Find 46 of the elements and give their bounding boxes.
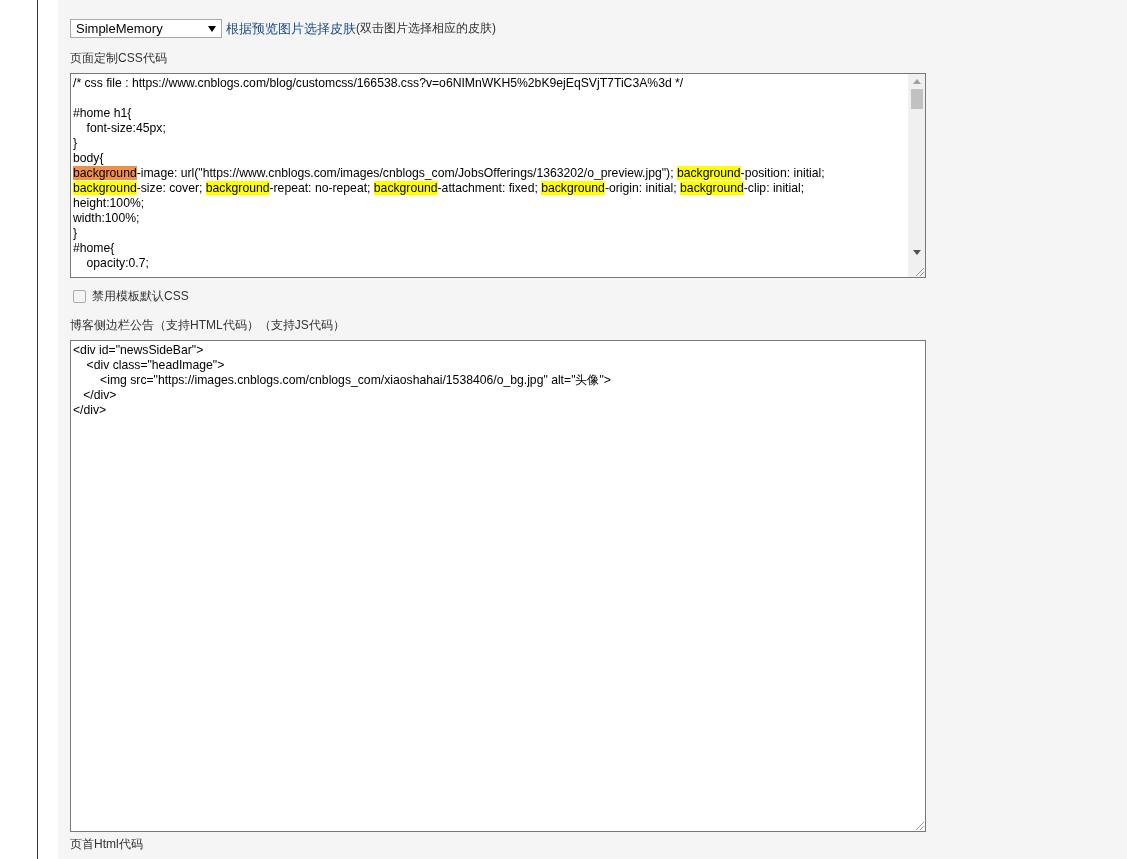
scroll-down-icon[interactable]	[912, 250, 921, 255]
section-label: 页面定制CSS代码	[70, 50, 168, 67]
code-text: #home h1{	[73, 106, 132, 120]
code-text: }	[73, 226, 78, 240]
css-editor[interactable]	[70, 73, 926, 278]
resize-grip-icon[interactable]	[915, 267, 924, 276]
code-text: -clip: initial;	[743, 181, 805, 195]
sidebar-editor[interactable]: <div id="newsSideBar"> <div class="headImage"> <img src="https://images.cnblogs.com/cnblogs_com/xiaoshahai/1538406/o_bg.jpg" alt="头像"> </div> </div>	[70, 340, 926, 832]
resize-grip-icon[interactable]	[915, 821, 924, 830]
scrollbar[interactable]	[908, 74, 925, 277]
search-highlight: background	[676, 166, 741, 180]
checkbox-label: 禁用模板默认CSS	[92, 288, 189, 305]
code-text: height:100%;	[73, 196, 145, 210]
code-line: </div>	[82, 388, 118, 403]
code-text: opacity:0.7;	[85, 256, 149, 270]
search-highlight: background	[680, 181, 744, 195]
caret-icon	[208, 25, 216, 32]
code-text: -origin: initial;	[604, 181, 678, 195]
section-label: 博客侧边栏公告（支持HTML代码）（支持JS代码）	[70, 317, 346, 334]
code-line: <div class="headImage">	[85, 358, 226, 373]
code-text: body{	[73, 151, 104, 165]
checkbox[interactable]	[73, 290, 86, 303]
code-text: -size: cover;	[136, 181, 204, 195]
search-highlight: background	[205, 181, 270, 195]
code-text: -position: initial;	[740, 166, 825, 180]
code-text: /* css file : https://www.cnblogs.com/blog/customcss/166538.css?v=o6NIMnWKH5%2bK9ejEqSVjT7TiC3A%3d */	[73, 76, 684, 90]
code-text: -image: url("https://www.cnblogs.com/images/cnblogs_com/JobsOfferings/1363202/o_preview.jpg");	[136, 166, 675, 180]
scroll-thumb[interactable]	[910, 89, 923, 109]
code-text: }	[73, 136, 78, 150]
code-text: font-size:45px;	[85, 121, 166, 135]
choose-skin-link[interactable]: 根据预览图片选择皮肤	[226, 19, 356, 38]
search-highlight: background	[73, 166, 137, 180]
code-text: -repeat: no-repeat;	[269, 181, 372, 195]
code-line: <div id="newsSideBar">	[73, 343, 205, 358]
skin-select[interactable]: SimpleMemory	[70, 19, 222, 38]
search-highlight: background	[541, 181, 605, 195]
section-label: 页首Html代码	[70, 836, 144, 853]
code-text: -attachment: fixed;	[437, 181, 539, 195]
skin-hint: (双击图片选择相应的皮肤)	[356, 20, 496, 37]
code-text: #home{	[73, 241, 115, 255]
code-text: width:100%;	[73, 211, 140, 225]
code-line: </div>	[73, 403, 108, 418]
search-highlight: background	[373, 181, 438, 195]
search-highlight: background	[73, 181, 137, 195]
scroll-up-icon[interactable]	[912, 79, 921, 84]
code-line: <img src="https://images.cnblogs.com/cnblogs_com/xiaoshahai/1538406/o_bg.jpg" alt="头像">	[99, 373, 612, 388]
